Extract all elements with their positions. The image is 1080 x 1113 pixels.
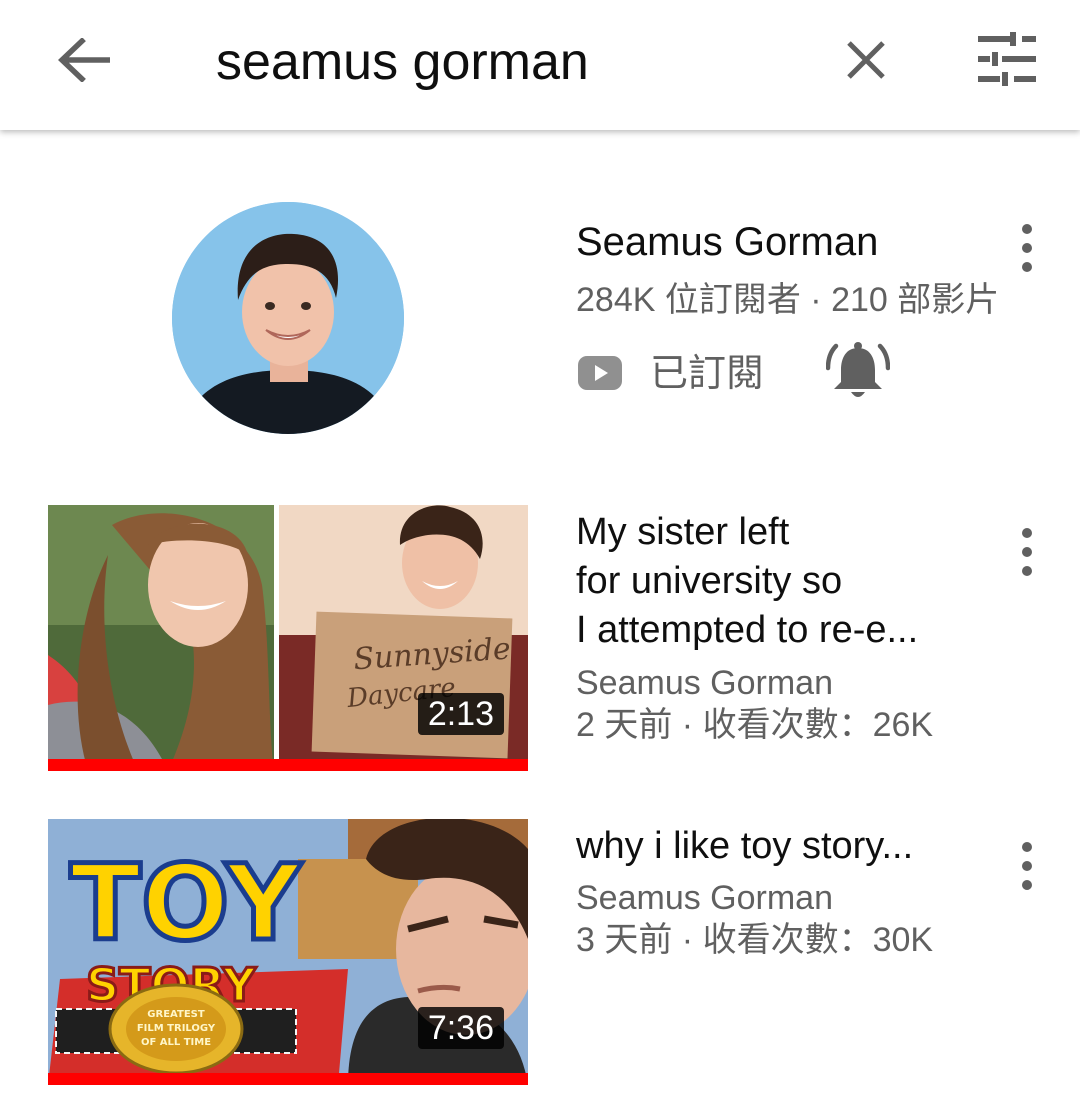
subscribe-status: 已訂閱: [576, 342, 916, 404]
filter-sliders-icon: [978, 32, 1036, 86]
channel-more-button[interactable]: [1013, 224, 1041, 272]
channel-name[interactable]: Seamus Gorman: [576, 218, 878, 266]
belt-text-line-1: GREATEST: [147, 1009, 205, 1020]
channel-stats: 284K 位訂閱者 · 210 部影片: [576, 281, 1000, 319]
video-meta: 2 天前 · 收看次數：26K: [576, 706, 934, 744]
search-filters-button[interactable]: [974, 26, 1040, 92]
watch-progress-bar: [48, 1073, 528, 1085]
video-title-line: for university so: [576, 560, 843, 602]
video-more-button[interactable]: [1013, 528, 1041, 576]
subscribed-label[interactable]: 已訂閱: [650, 348, 764, 400]
video-thumbnail[interactable]: Sunnyside Daycare 2:13: [48, 505, 528, 771]
arrow-left-icon: [58, 38, 110, 82]
video-duration: 2:13: [417, 693, 504, 735]
notifications-button[interactable]: [825, 340, 891, 404]
thumbnail-logo-line-1: TOY: [70, 842, 303, 964]
belt-text-line-2: FILM TRILOGY: [137, 1023, 216, 1034]
watch-progress-bar: [48, 759, 528, 771]
close-icon: [847, 41, 885, 79]
video-duration: 7:36: [417, 1007, 504, 1049]
video-title-line: My sister left: [576, 511, 790, 553]
avatar-image: [172, 202, 404, 434]
video-title-line: why i like toy story...: [576, 825, 914, 867]
bell-ringing-icon: [825, 342, 891, 397]
video-more-button[interactable]: [1013, 842, 1041, 890]
more-vertical-icon: [1022, 224, 1032, 234]
video-channel-name[interactable]: Seamus Gorman: [576, 661, 833, 705]
more-vertical-icon: [1022, 528, 1032, 538]
back-button[interactable]: [52, 28, 116, 92]
video-title-line: I attempted to re-e...: [576, 609, 919, 651]
more-vertical-icon: [1022, 842, 1032, 852]
video-meta: 3 天前 · 收看次數：30K: [576, 921, 934, 959]
video-channel-name[interactable]: Seamus Gorman: [576, 876, 833, 920]
channel-avatar[interactable]: [172, 202, 404, 434]
video-thumbnail[interactable]: TOY STORY GREATEST FILM TRILOGY OF ALL T…: [48, 819, 528, 1085]
search-input[interactable]: seamus gorman: [216, 30, 589, 94]
clear-search-button[interactable]: [836, 30, 896, 90]
search-toolbar: seamus gorman: [0, 0, 1080, 130]
belt-text-line-3: OF ALL TIME: [141, 1037, 211, 1048]
youtube-play-icon: [578, 356, 622, 390]
video-title[interactable]: My sister left for university so I attem…: [576, 508, 918, 655]
video-title[interactable]: why i like toy story...: [576, 822, 913, 871]
